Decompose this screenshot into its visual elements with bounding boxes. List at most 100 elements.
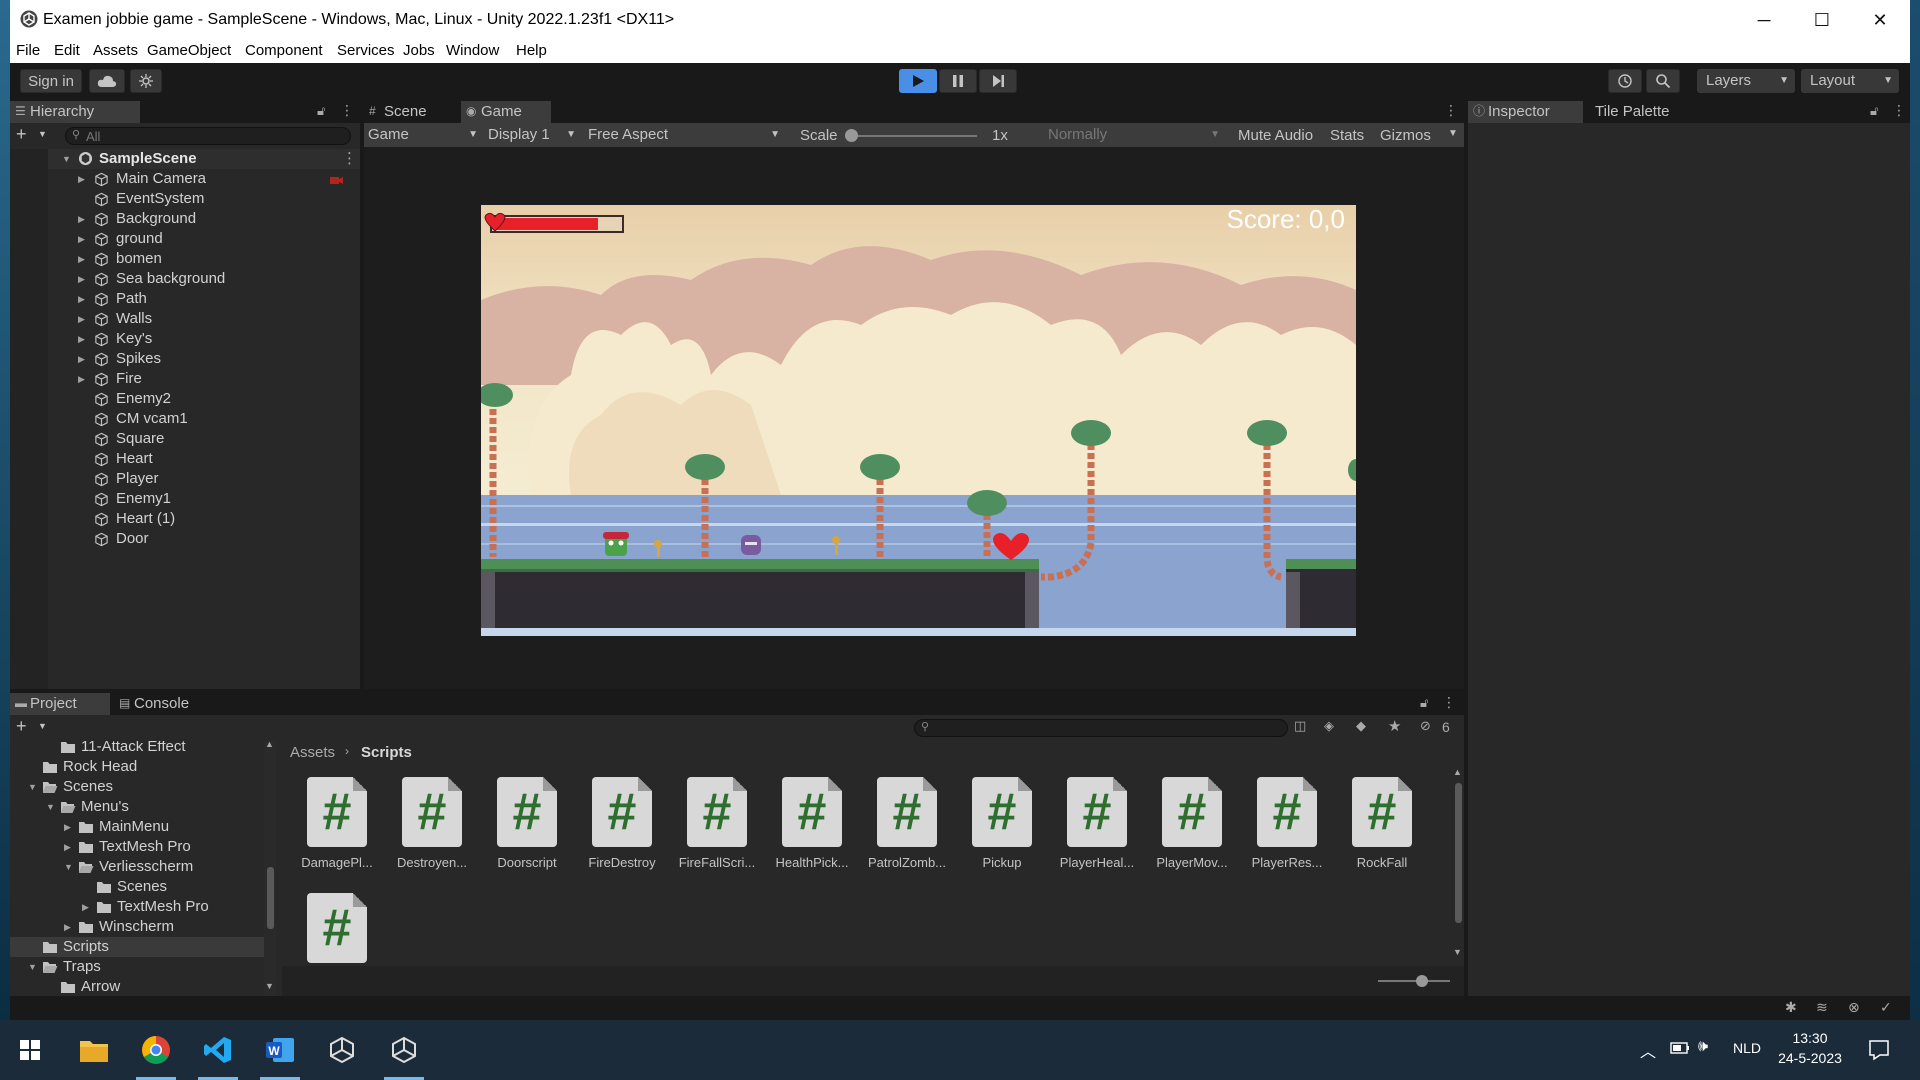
sign-in-button[interactable]: Sign in: [20, 69, 82, 93]
folder-tree-item[interactable]: 11-Attack Effect: [10, 741, 264, 757]
folder-tree-item[interactable]: Rock Head: [10, 757, 264, 777]
hierarchy-item[interactable]: Square: [48, 429, 360, 449]
menu-gameobject[interactable]: GameObject: [147, 42, 231, 59]
hierarchy-item[interactable]: ▶ Sea background: [48, 269, 360, 289]
tab-hierarchy[interactable]: ☰ Hierarchy: [10, 101, 140, 123]
chevron-right-icon[interactable]: ▶: [78, 229, 85, 249]
folder-tree-item[interactable]: ▼ Menu's: [10, 797, 264, 817]
chrome-app[interactable]: [128, 1020, 184, 1080]
chevron-down-icon[interactable]: ▼: [46, 797, 55, 817]
scroll-down-icon[interactable]: ▼: [265, 981, 274, 991]
files-scrollbar[interactable]: ▲ ▼: [1452, 767, 1464, 961]
play-button[interactable]: [899, 69, 937, 93]
folder-tree-item[interactable]: Arrow: [10, 977, 264, 996]
battery-icon[interactable]: [1670, 1041, 1690, 1055]
hierarchy-item[interactable]: ▶ Key's: [48, 329, 360, 349]
chevron-right-icon[interactable]: ▶: [78, 349, 85, 369]
play-focus-dropdown[interactable]: Normally ▼: [1044, 124, 1224, 146]
folder-tree-item[interactable]: ▶ MainMenu: [10, 817, 264, 837]
show-hidden-icons-chevron[interactable]: ︿: [1640, 1038, 1656, 1062]
clock[interactable]: 13:30 24-5-2023: [1770, 1028, 1850, 1068]
layers-stack-icon[interactable]: ≋: [1816, 999, 1828, 1016]
more-options-icon[interactable]: ⋮: [1892, 102, 1906, 119]
file-explorer-app[interactable]: [66, 1020, 122, 1080]
minimize-button[interactable]: ─: [1735, 0, 1793, 40]
chevron-right-icon[interactable]: ▶: [78, 329, 85, 349]
add-icon[interactable]: +: [16, 716, 27, 737]
layers-dropdown[interactable]: Layers ▼: [1697, 69, 1795, 93]
filter-icon[interactable]: ◈: [1324, 718, 1334, 734]
scale-slider-track[interactable]: [849, 135, 977, 137]
aspect-dropdown[interactable]: Free Aspect ▼: [584, 124, 784, 146]
menu-services[interactable]: Services: [337, 42, 395, 59]
cloud-button[interactable]: [89, 69, 125, 93]
more-options-icon[interactable]: ⋮: [342, 149, 357, 169]
breadcrumb-scripts[interactable]: Scripts: [361, 744, 412, 761]
label-tag-icon[interactable]: ◆: [1356, 718, 1366, 734]
script-file[interactable]: # RockFall: [1337, 777, 1427, 870]
search-by-type-icon[interactable]: ◫: [1294, 718, 1306, 734]
script-file[interactable]: # Pickup: [957, 777, 1047, 870]
folder-tree-item[interactable]: ▼ Verliesscherm: [10, 857, 264, 877]
menu-window[interactable]: Window: [446, 42, 499, 59]
unity-editor-app[interactable]: [376, 1020, 432, 1080]
hierarchy-item[interactable]: Heart (1): [48, 509, 360, 529]
maximize-button[interactable]: ☐: [1793, 0, 1851, 40]
script-file[interactable]: # Doorscript: [482, 777, 572, 870]
chevron-down-icon[interactable]: ▼: [1448, 128, 1458, 139]
close-button[interactable]: ✕: [1851, 0, 1909, 40]
scroll-up-icon[interactable]: ▲: [265, 741, 274, 749]
hierarchy-search-input[interactable]: ⚲ All: [65, 127, 351, 145]
mute-audio-toggle[interactable]: Mute Audio: [1238, 127, 1313, 144]
chevron-down-icon[interactable]: ▼: [64, 857, 73, 877]
menu-help[interactable]: Help: [516, 42, 547, 59]
chevron-right-icon[interactable]: ▶: [78, 289, 85, 309]
script-file[interactable]: # FireDestroy: [577, 777, 667, 870]
search-button[interactable]: [1646, 69, 1680, 93]
project-search-input[interactable]: ⚲: [914, 719, 1288, 737]
hierarchy-item[interactable]: ▶ bomen: [48, 249, 360, 269]
script-file[interactable]: # Destroyen...: [387, 777, 477, 870]
hierarchy-item[interactable]: Door: [48, 529, 360, 549]
hierarchy-item[interactable]: CM vcam1: [48, 409, 360, 429]
pause-button[interactable]: [939, 69, 977, 93]
script-file[interactable]: # PlayerRes...: [1242, 777, 1332, 870]
menu-file[interactable]: File: [16, 42, 40, 59]
hierarchy-item[interactable]: ▶ Path: [48, 289, 360, 309]
debug-bug-icon[interactable]: ✱: [1785, 999, 1797, 1016]
script-file[interactable]: # PlayerMov...: [1147, 777, 1237, 870]
menu-jobs[interactable]: Jobs: [403, 42, 435, 59]
favorite-star-icon[interactable]: ★: [1388, 717, 1401, 735]
layout-dropdown[interactable]: Layout ▼: [1801, 69, 1899, 93]
hierarchy-item[interactable]: Enemy1: [48, 489, 360, 509]
chevron-right-icon[interactable]: ▶: [78, 249, 85, 269]
check-circle-icon[interactable]: ✓: [1880, 999, 1892, 1016]
tab-project[interactable]: ▬ Project: [10, 693, 110, 715]
hierarchy-item[interactable]: Heart: [48, 449, 360, 469]
scale-slider-handle[interactable]: [845, 129, 858, 142]
network-off-icon[interactable]: ⊗: [1848, 999, 1860, 1016]
stats-toggle[interactable]: Stats: [1330, 127, 1364, 144]
chevron-down-icon[interactable]: ▼: [28, 957, 37, 977]
script-file[interactable]: # DamagePl...: [292, 777, 382, 870]
chevron-right-icon[interactable]: ▶: [82, 897, 89, 917]
hierarchy-item[interactable]: ▶ Spikes: [48, 349, 360, 369]
step-button[interactable]: [979, 69, 1017, 93]
collab-button[interactable]: [130, 69, 162, 93]
more-options-icon[interactable]: ⋮: [1442, 694, 1456, 711]
lock-icon[interactable]: 🔓︎: [1870, 103, 1878, 119]
tab-console[interactable]: ▤ Console: [114, 693, 214, 715]
lock-icon[interactable]: 🔓︎: [317, 103, 325, 119]
chevron-right-icon[interactable]: ▶: [64, 917, 71, 937]
folder-tree-item[interactable]: ▼ Traps: [10, 957, 264, 977]
volume-icon[interactable]: 🕪︎: [1698, 1038, 1708, 1056]
folder-tree-item[interactable]: Scripts: [10, 937, 264, 957]
script-file[interactable]: # PatrolZomb...: [862, 777, 952, 870]
more-options-icon[interactable]: ⋮: [1444, 102, 1458, 119]
chevron-right-icon[interactable]: ▶: [78, 369, 85, 389]
icon-size-slider-track[interactable]: [1378, 980, 1450, 982]
chevron-down-icon[interactable]: ▼: [38, 721, 47, 731]
hierarchy-item[interactable]: ▶ Main Camera: [48, 169, 360, 189]
script-file[interactable]: # HealthPick...: [767, 777, 857, 870]
folder-tree-item[interactable]: Scenes: [10, 877, 264, 897]
